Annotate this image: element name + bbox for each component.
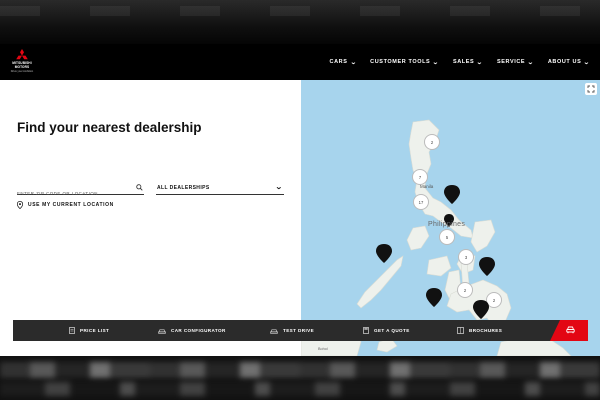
cluster-marker[interactable]: 2 bbox=[457, 282, 473, 298]
map-pin-icon[interactable] bbox=[426, 288, 442, 307]
location-search-input[interactable] bbox=[17, 187, 127, 200]
brand-name-line2: MOTORS bbox=[14, 64, 30, 69]
cluster-marker[interactable]: 7 bbox=[412, 169, 428, 185]
map-pin-icon[interactable] bbox=[444, 185, 460, 204]
brochures-link[interactable]: BROCHURES bbox=[457, 320, 502, 341]
nav-item-service[interactable]: SERVICE ⌄ bbox=[497, 59, 534, 66]
cluster-marker[interactable]: 2 bbox=[424, 134, 440, 150]
map-label-manila: Manila bbox=[420, 184, 434, 189]
cluster-count: 17 bbox=[419, 200, 424, 205]
car-front-icon bbox=[566, 326, 575, 334]
use-current-location-label: USE MY CURRENT LOCATION bbox=[28, 202, 114, 208]
car-configurator-label: CAR CONFIGURATOR bbox=[171, 328, 226, 333]
nav-item-label: CUSTOMER TOOLS bbox=[370, 59, 431, 65]
top-navbar: MITSUBISHI MOTORS Drive your Ambition CA… bbox=[0, 44, 600, 80]
nav-item-about-us[interactable]: ABOUT US ⌄ bbox=[548, 59, 590, 66]
nav-item-label: SALES bbox=[452, 59, 475, 65]
chevron-down-icon: ⌄ bbox=[476, 59, 484, 66]
blurred-strip bbox=[0, 362, 600, 378]
dealer-map[interactable]: 2 7 17 5 3 2 2 Manila Philippines Bohol bbox=[301, 80, 600, 356]
car-icon bbox=[270, 329, 278, 334]
map-label-country: Philippines bbox=[428, 221, 465, 228]
brochures-label: BROCHURES bbox=[469, 328, 503, 333]
price-list-label: PRICE LIST bbox=[80, 328, 110, 333]
nav-item-label: CARS bbox=[329, 59, 348, 65]
nav-item-customer-tools[interactable]: CUSTOMER TOOLS ⌄ bbox=[370, 59, 439, 66]
get-a-quote-label: GET A QUOTE bbox=[374, 328, 410, 333]
chevron-down-icon: ⌄ bbox=[527, 59, 535, 66]
quick-links-toolbar: PRICE LIST CAR CONFIGURATOR TEST DRIVE G… bbox=[13, 320, 588, 341]
location-pin-icon bbox=[17, 201, 23, 209]
price-list-link[interactable]: PRICE LIST bbox=[69, 320, 109, 341]
test-drive-label: TEST DRIVE bbox=[283, 328, 315, 333]
brand-tagline: Drive your Ambition bbox=[10, 70, 34, 73]
page: MITSUBISHI MOTORS Drive your Ambition CA… bbox=[0, 0, 600, 400]
chevron-down-icon: ⌄ bbox=[349, 59, 358, 66]
map-pin-icon[interactable] bbox=[479, 257, 495, 276]
map-pin-icon[interactable] bbox=[376, 244, 392, 263]
book-icon bbox=[457, 327, 464, 334]
blurred-strip bbox=[0, 382, 600, 396]
cluster-marker[interactable]: 3 bbox=[458, 249, 474, 265]
brand-name: MITSUBISHI MOTORS bbox=[7, 61, 37, 69]
car-icon bbox=[158, 329, 166, 334]
nav-item-sales[interactable]: SALES ⌄ bbox=[453, 59, 483, 66]
car-configurator-link[interactable]: CAR CONFIGURATOR bbox=[158, 320, 226, 341]
calculator-icon bbox=[363, 327, 369, 334]
map-label-minor: Bohol bbox=[318, 347, 328, 351]
dealership-filter-select[interactable]: ALL DEALERSHIPS ⌄ bbox=[156, 182, 284, 195]
test-drive-link[interactable]: TEST DRIVE bbox=[270, 320, 314, 341]
chevron-down-icon: ⌄ bbox=[432, 59, 440, 66]
nav-item-label: ABOUT US bbox=[547, 59, 582, 65]
map-canvas[interactable]: 2 7 17 5 3 2 2 Manila Philippines Bohol bbox=[301, 80, 600, 356]
blurred-background-bottom bbox=[0, 356, 600, 400]
main-nav: CARS ⌄ CUSTOMER TOOLS ⌄ SALES ⌄ SERVICE ⌄ AB… bbox=[330, 44, 591, 80]
vehicle-menu-button[interactable] bbox=[550, 320, 588, 341]
get-a-quote-link[interactable]: GET A QUOTE bbox=[363, 320, 410, 341]
fullscreen-button[interactable] bbox=[585, 83, 597, 95]
nav-item-cars[interactable]: CARS ⌄ bbox=[330, 59, 357, 66]
location-search-field[interactable] bbox=[17, 182, 144, 200]
chevron-down-icon: ⌄ bbox=[274, 184, 283, 191]
cluster-marker[interactable]: 17 bbox=[413, 194, 429, 210]
chevron-down-icon: ⌄ bbox=[583, 59, 591, 66]
search-icon[interactable] bbox=[136, 184, 143, 191]
use-current-location-button[interactable]: USE MY CURRENT LOCATION bbox=[17, 201, 114, 209]
dealership-filter-value: ALL DEALERSHIPS bbox=[157, 185, 210, 191]
nav-item-label: SERVICE bbox=[496, 59, 526, 65]
document-icon bbox=[69, 327, 75, 334]
cluster-marker[interactable]: 5 bbox=[439, 229, 455, 245]
fullscreen-icon bbox=[587, 85, 595, 93]
dealer-finder-panel: Find your nearest dealership ALL DEALERS… bbox=[0, 80, 301, 356]
mitsubishi-logo[interactable]: MITSUBISHI MOTORS Drive your Ambition bbox=[7, 49, 37, 77]
blurred-background-top bbox=[0, 0, 600, 44]
page-title: Find your nearest dealership bbox=[17, 120, 202, 135]
